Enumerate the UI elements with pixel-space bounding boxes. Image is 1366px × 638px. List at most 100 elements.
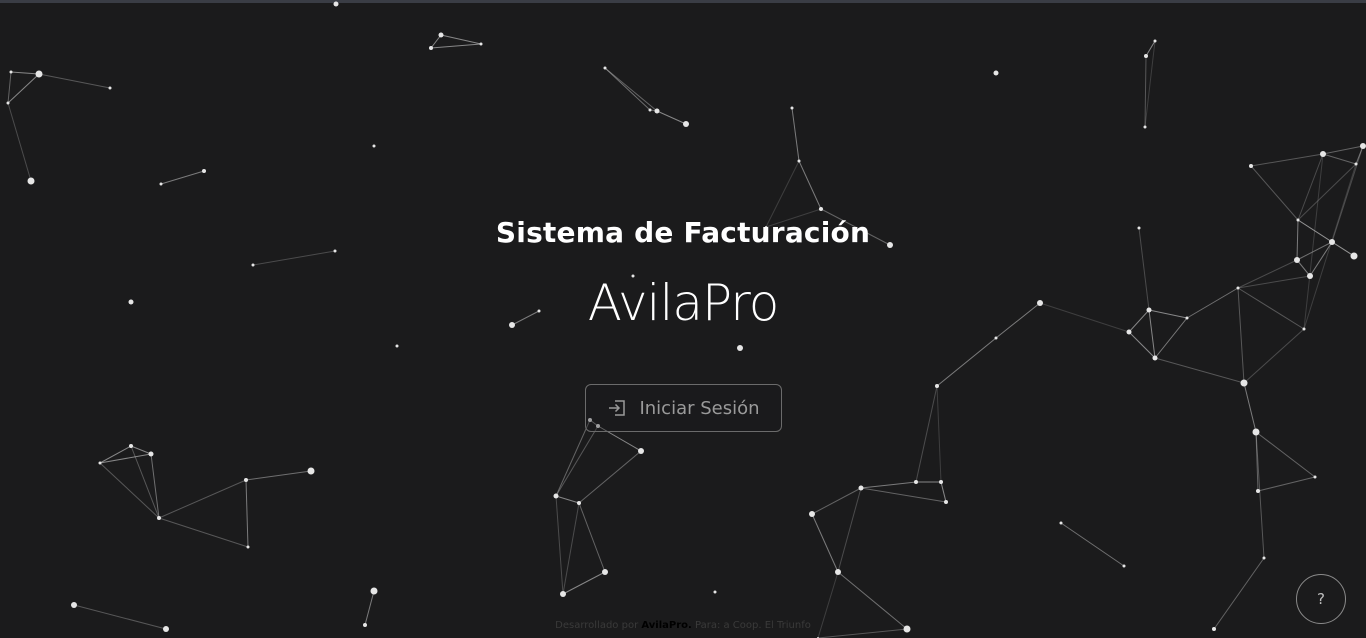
network-node bbox=[1350, 252, 1358, 260]
network-edge bbox=[158, 479, 247, 519]
network-node bbox=[790, 106, 794, 110]
network-node bbox=[1360, 143, 1366, 149]
network-edge bbox=[245, 470, 312, 481]
network-node bbox=[1240, 379, 1248, 387]
network-node bbox=[159, 182, 163, 186]
network-edge bbox=[1255, 431, 1316, 478]
network-node bbox=[835, 569, 841, 575]
network-node bbox=[809, 511, 815, 517]
network-node bbox=[148, 451, 154, 457]
network-node bbox=[648, 108, 652, 112]
network-node bbox=[994, 336, 998, 340]
network-node bbox=[479, 42, 483, 46]
network-edge bbox=[1243, 382, 1257, 433]
network-edge bbox=[38, 73, 111, 89]
network-edge bbox=[1255, 431, 1265, 559]
network-node bbox=[935, 384, 939, 388]
login-button-label: Iniciar Sesión bbox=[639, 397, 760, 419]
network-node bbox=[333, 249, 337, 253]
network-edge bbox=[915, 385, 938, 483]
network-edge bbox=[860, 487, 947, 503]
network-node bbox=[6, 101, 10, 105]
network-node bbox=[683, 121, 689, 127]
app-subtitle: Sistema de Facturación bbox=[495, 216, 871, 249]
network-node bbox=[577, 501, 581, 505]
network-edge bbox=[99, 462, 160, 519]
network-edge bbox=[440, 34, 482, 45]
network-node bbox=[1059, 521, 1063, 525]
network-node bbox=[1256, 489, 1260, 493]
network-edge bbox=[430, 43, 482, 49]
network-node bbox=[1294, 257, 1300, 263]
network-edge bbox=[1243, 328, 1305, 384]
network-edge bbox=[811, 487, 862, 515]
network-node bbox=[944, 500, 948, 504]
network-node bbox=[27, 177, 35, 185]
network-edge bbox=[578, 450, 642, 504]
network-edge bbox=[555, 425, 599, 497]
network-edge bbox=[1213, 557, 1265, 630]
network-node bbox=[713, 590, 717, 594]
network-edge bbox=[7, 102, 32, 182]
network-edge bbox=[837, 487, 862, 573]
network-node bbox=[1313, 475, 1317, 479]
network-edge bbox=[1250, 165, 1299, 221]
network-edge bbox=[252, 250, 336, 266]
network-edge bbox=[1060, 522, 1125, 567]
network-node bbox=[858, 485, 864, 491]
network-edge bbox=[1322, 145, 1364, 155]
network-edge bbox=[936, 385, 942, 483]
network-node bbox=[819, 207, 823, 211]
network-edge bbox=[10, 71, 40, 75]
network-node bbox=[1262, 556, 1266, 560]
network-node bbox=[370, 587, 378, 595]
network-node bbox=[202, 169, 206, 173]
app-brand-title: AvilaPro bbox=[587, 274, 780, 332]
network-edge bbox=[555, 495, 564, 595]
network-node bbox=[638, 448, 644, 454]
login-enter-icon bbox=[607, 399, 627, 417]
network-node bbox=[560, 591, 566, 597]
network-edge bbox=[811, 513, 839, 573]
network-node bbox=[429, 46, 433, 50]
network-node bbox=[372, 144, 376, 148]
network-edge bbox=[562, 502, 580, 595]
network-edge bbox=[860, 481, 917, 489]
network-edge bbox=[555, 419, 591, 497]
network-node bbox=[35, 70, 43, 78]
network-edge bbox=[160, 170, 205, 185]
network-node bbox=[71, 602, 77, 608]
network-edge bbox=[1154, 357, 1245, 384]
network-node bbox=[602, 569, 608, 575]
footer-brand: AvilaPro. bbox=[641, 620, 692, 631]
network-edge bbox=[245, 479, 249, 548]
network-node bbox=[553, 493, 559, 499]
network-node bbox=[1122, 564, 1126, 568]
network-edge bbox=[1250, 153, 1324, 167]
network-node bbox=[797, 159, 801, 163]
network-node bbox=[244, 478, 248, 482]
network-edge bbox=[791, 107, 800, 162]
network-edge bbox=[1128, 331, 1156, 359]
network-edge bbox=[158, 517, 249, 548]
login-landing-page: Sistema de Facturación AvilaPro Iniciar … bbox=[0, 0, 1366, 638]
network-node bbox=[108, 86, 112, 90]
network-edge bbox=[936, 337, 997, 387]
network-node bbox=[993, 70, 999, 76]
network-node bbox=[1153, 39, 1157, 43]
network-edge bbox=[555, 495, 580, 504]
network-node bbox=[395, 344, 399, 348]
network-node bbox=[1252, 428, 1260, 436]
network-node bbox=[307, 467, 315, 475]
network-edge bbox=[940, 481, 947, 503]
network-node bbox=[654, 108, 660, 114]
network-edge bbox=[7, 71, 12, 104]
network-edge bbox=[7, 73, 40, 104]
network-node bbox=[1320, 151, 1326, 157]
network-edge bbox=[656, 110, 687, 125]
login-button[interactable]: Iniciar Sesión bbox=[585, 384, 782, 432]
network-node bbox=[914, 480, 918, 484]
help-button[interactable]: ? bbox=[1296, 574, 1346, 624]
footer-suffix: Para: a Coop. El Triunfo bbox=[695, 620, 811, 631]
network-node bbox=[9, 70, 13, 74]
